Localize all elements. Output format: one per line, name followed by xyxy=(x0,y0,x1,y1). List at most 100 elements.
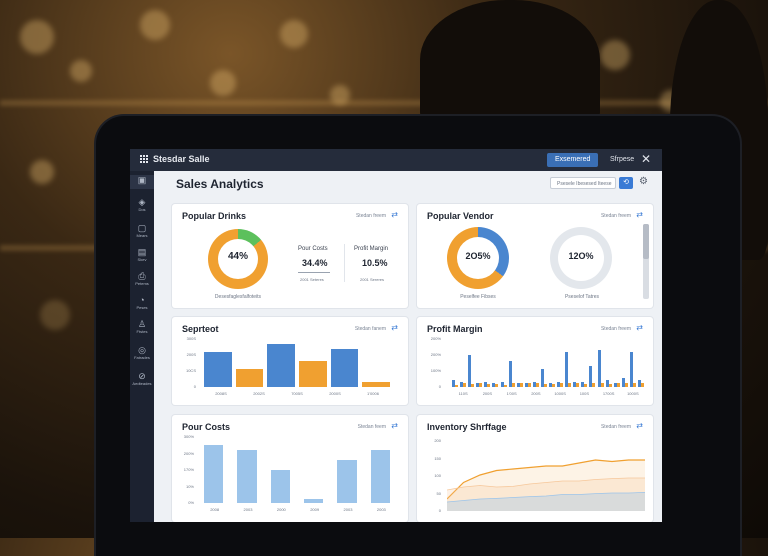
card-link[interactable]: Stedan freem xyxy=(601,326,631,332)
sidebar-item-2[interactable]: ▢ Mears xyxy=(130,223,154,239)
target-icon: ◎ xyxy=(138,345,146,355)
expand-icon[interactable]: ⇄ xyxy=(636,323,643,332)
card-inventory: Inventory Shrffage Stedan freem ⇄ 200 150… xyxy=(417,415,653,522)
y-tick-label: 100% xyxy=(430,368,441,373)
card-link[interactable]: Stedan fanem xyxy=(355,326,386,332)
y-tick-label: 0 xyxy=(193,384,196,389)
dashboard-icon: ▣ xyxy=(137,175,147,185)
donut-chart: 2O5% xyxy=(447,227,509,289)
area-chart xyxy=(447,459,645,511)
x-tick-label: 2002S xyxy=(253,391,265,396)
donut-caption: Peselfee Fibses xyxy=(460,294,496,300)
expand-icon[interactable]: ⇄ xyxy=(391,421,398,430)
y-tick-label: 0 xyxy=(438,384,441,389)
bar xyxy=(511,383,515,387)
sidebar: ▣ ◈ Dos ▢ Mears ▤ Skev ⎙ Petems ◔ Peses … xyxy=(130,171,154,522)
app-screen: Stesdar Salle Exsemered Sfrpese ✕ ▣ ◈ Do… xyxy=(130,149,662,522)
stat-value: 10.5% xyxy=(362,258,388,268)
stat-label: Pour Costs xyxy=(298,246,328,252)
expand-icon[interactable]: ⇄ xyxy=(636,421,643,430)
y-tick-label: 100 xyxy=(434,473,441,478)
app-grid-icon[interactable] xyxy=(140,155,148,163)
sidebar-item-4[interactable]: ⎙ Petems xyxy=(130,271,154,287)
bar xyxy=(235,369,264,387)
expand-icon[interactable]: ⇄ xyxy=(636,210,643,219)
bar xyxy=(370,450,390,503)
y-tick-label: 300S xyxy=(186,336,196,341)
x-tick-label: 1000S xyxy=(627,391,639,396)
box-icon: ◈ xyxy=(138,197,146,207)
card-title: Pour Costs xyxy=(182,422,231,432)
page-title: Sales Analytics xyxy=(176,177,264,191)
sidebar-item-1[interactable]: ◈ Dos xyxy=(130,197,154,213)
y-tick-label: 10CS xyxy=(185,368,196,373)
close-icon[interactable]: ✕ xyxy=(641,152,651,166)
stat-sub: 2001 Sereres xyxy=(360,277,385,282)
bar xyxy=(600,383,604,387)
x-tick-label: 1'0006 xyxy=(367,391,379,396)
bar xyxy=(270,470,290,503)
stat-sub: 2001 Seteres xyxy=(300,277,324,282)
x-tick-label: 2008 xyxy=(210,507,220,512)
expand-icon[interactable]: ⇄ xyxy=(391,210,398,219)
y-tick-label: 10% xyxy=(185,483,194,489)
y-tick-label: 50 xyxy=(436,490,441,496)
pie-icon: ◔ xyxy=(139,295,145,305)
donut-value: 44% xyxy=(227,251,248,262)
card-title: Popular Vendor xyxy=(427,211,494,221)
card-title: Seprteot xyxy=(182,324,219,334)
donut-chart: 44% xyxy=(208,229,268,289)
bar xyxy=(629,351,633,387)
scrollbar[interactable] xyxy=(643,224,649,299)
sidebar-item-3[interactable]: ▤ Skev xyxy=(130,247,154,263)
sidebar-item-8[interactable]: ⊘ Aedteades xyxy=(130,371,154,387)
y-tick-label: 200 xyxy=(434,438,441,443)
card-link[interactable]: Stedan freem xyxy=(601,424,631,430)
y-tick-label: 200% xyxy=(430,352,441,357)
bar xyxy=(576,383,580,387)
x-tick-label: 2009 xyxy=(310,507,320,512)
bar xyxy=(608,384,612,387)
card-title: Profit Margin xyxy=(427,324,483,334)
bar xyxy=(568,383,572,387)
x-tick-label: 2008S xyxy=(215,391,227,396)
card-link[interactable]: Stedan freem xyxy=(601,213,631,219)
x-tick-label: 2000S xyxy=(329,391,341,396)
sidebar-item-7[interactable]: ◎ Fatrades xyxy=(130,345,154,361)
card-popular-drinks: Popular Drinks Stedan freem ⇄ 44% Desesf… xyxy=(172,204,408,308)
gear-icon[interactable]: ⚙ xyxy=(639,176,648,187)
donut-value: 12O% xyxy=(568,251,594,261)
sidebar-item-5[interactable]: ◔ Peses xyxy=(130,295,154,311)
bar xyxy=(299,361,327,387)
x-tick-label: 1000S xyxy=(554,391,566,396)
topbar-secondary-button[interactable]: Sfrpese xyxy=(606,153,638,167)
expand-icon[interactable]: ⇄ xyxy=(391,323,398,332)
printer-icon: ⎙ xyxy=(138,271,146,281)
x-tick-label: 2000 xyxy=(276,507,286,512)
square-icon: ▢ xyxy=(137,223,147,233)
card-link[interactable]: Stedan freem xyxy=(356,213,386,219)
bar xyxy=(204,444,224,503)
x-tick-label: 7005S xyxy=(291,391,303,396)
bar xyxy=(455,385,459,387)
donut-caption: Desesfaglesfalfoteits xyxy=(214,294,262,300)
sidebar-item-dashboard[interactable]: ▣ xyxy=(130,175,154,189)
list-icon: ▤ xyxy=(137,247,147,257)
app-name: Stesdar Salle xyxy=(153,154,210,164)
x-tick-label: 1700S xyxy=(602,391,615,396)
card-link[interactable]: Stedan feem xyxy=(358,424,386,430)
topbar-primary-button[interactable]: Exsemered xyxy=(547,153,599,167)
y-tick-label: 0 xyxy=(438,508,441,513)
refresh-button[interactable]: ⟲ xyxy=(619,177,633,189)
bar xyxy=(463,382,467,387)
bar xyxy=(592,383,596,387)
bar xyxy=(543,383,547,387)
x-tick-label: 2003 xyxy=(376,507,386,512)
sidebar-item-6[interactable]: ♙ Ftstes xyxy=(130,319,154,335)
bar xyxy=(495,384,499,387)
bar xyxy=(304,498,324,503)
user-icon: ♙ xyxy=(137,319,147,329)
filter-input[interactable]: Psesele Ibesesed Iteese xyxy=(550,177,616,189)
bar xyxy=(535,383,539,387)
bar xyxy=(552,384,556,387)
